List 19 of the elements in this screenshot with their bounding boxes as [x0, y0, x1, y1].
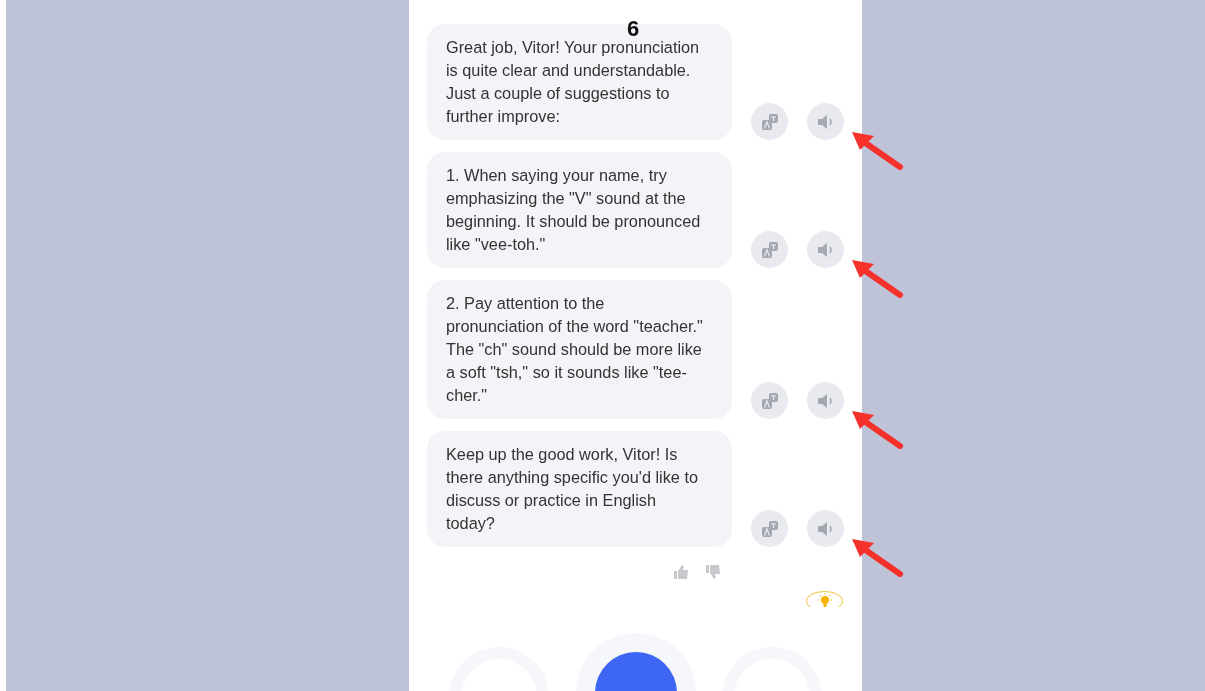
speaker-button[interactable] [807, 231, 844, 268]
message-bubble: Keep up the good work, Vitor! Is there anything specific you'd like to discuss or practice in English today? [427, 431, 732, 547]
speaker-button[interactable] [807, 510, 844, 547]
speaker-button[interactable] [807, 103, 844, 140]
translate-button[interactable] [751, 103, 788, 140]
translate-button[interactable] [751, 382, 788, 419]
annotation-number: 6 [627, 16, 640, 41]
translate-button[interactable] [751, 510, 788, 547]
message-bubble: 1. When saying your name, try emphasizing the "V" sound at the beginning. It should be pronounced like "vee-toh." [427, 152, 732, 268]
translate-button[interactable] [751, 231, 788, 268]
translate-icon [759, 518, 780, 539]
translate-icon [759, 239, 780, 260]
translate-icon [759, 390, 780, 411]
thumbs-up-icon[interactable] [672, 563, 690, 581]
speaker-button[interactable] [807, 382, 844, 419]
message-bubble: 2. Pay attention to the pronunciation of the word "teacher." The "ch" sound should be more like a soft "tsh," so it sounds like "tee-cher." [427, 280, 732, 419]
thumbs-down-icon[interactable] [704, 563, 722, 581]
translate-icon [759, 111, 780, 132]
lightbulb-icon [815, 592, 834, 610]
